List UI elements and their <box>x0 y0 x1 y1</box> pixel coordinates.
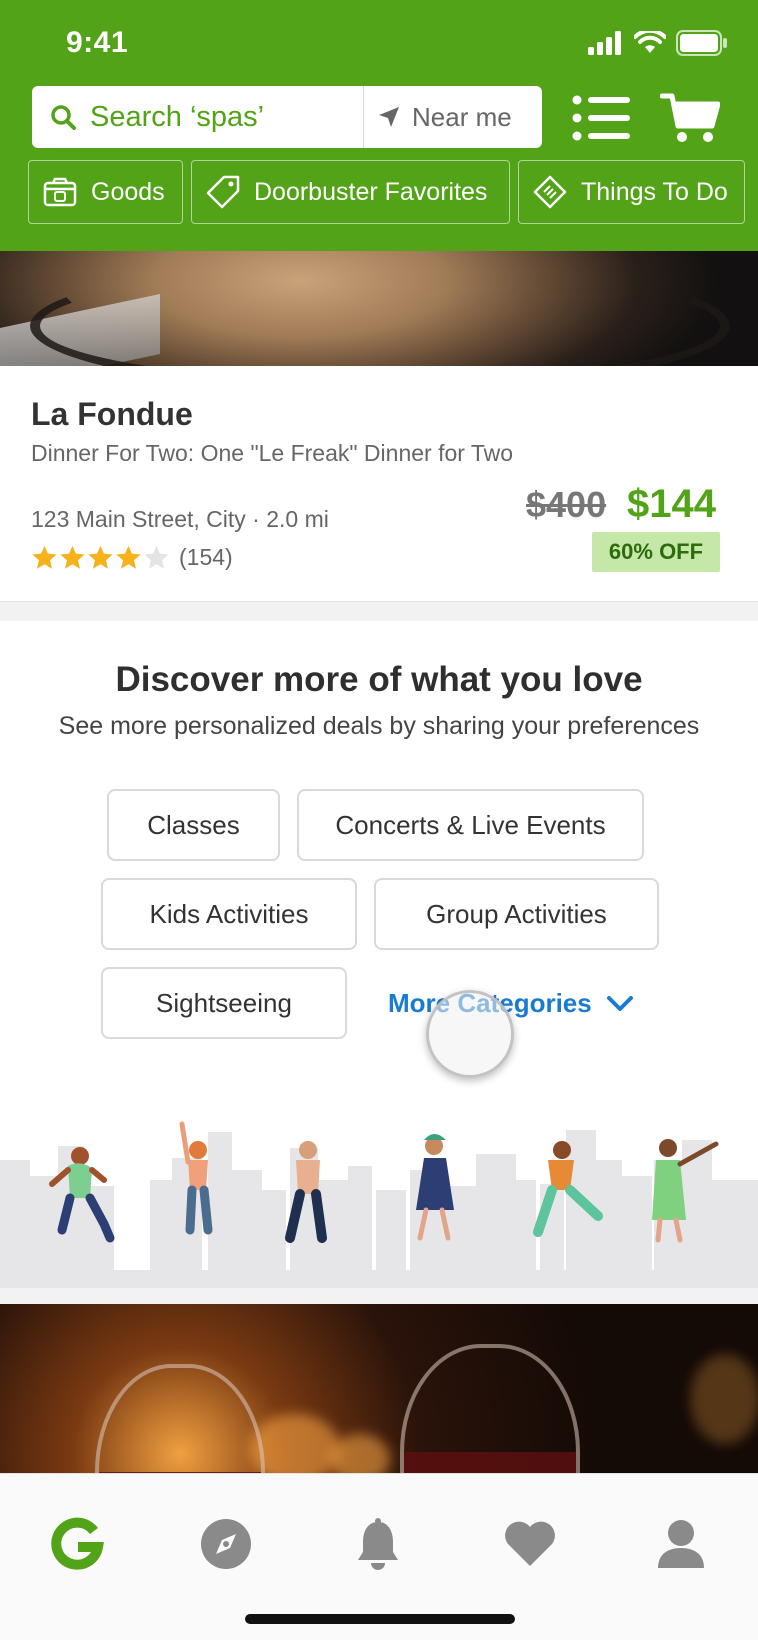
deal-rating: (154) <box>31 544 233 571</box>
bottom-tab-bar <box>0 1473 758 1640</box>
wine-glass <box>95 1364 265 1473</box>
status-time: 9:41 <box>66 26 129 59</box>
groupon-g-icon <box>51 1517 104 1570</box>
chip-label: Goods <box>91 177 165 206</box>
search-placeholder: Search ‘spas’ <box>90 100 265 133</box>
heart-icon <box>505 1521 555 1566</box>
original-price: $400 <box>526 484 607 525</box>
search-input[interactable]: Search ‘spas’ <box>32 86 364 148</box>
category-classes[interactable]: Classes <box>107 789 280 861</box>
section-divider <box>0 1288 758 1304</box>
compass-icon <box>201 1519 251 1569</box>
touch-indicator <box>426 990 514 1078</box>
wine-glass <box>400 1344 580 1473</box>
rating-count: (154) <box>179 544 233 570</box>
app-header: 9:41 Search ‘spas’ Near me Goods Doorbus… <box>0 0 758 251</box>
tab-profile[interactable] <box>654 1517 708 1571</box>
rating-stars <box>31 544 171 571</box>
bokeh-light <box>690 1354 758 1444</box>
chip-goods[interactable]: Goods <box>28 160 183 224</box>
bokeh-light <box>330 1434 390 1473</box>
cart-icon[interactable] <box>660 92 720 144</box>
tab-home[interactable] <box>50 1517 104 1571</box>
tag-icon <box>206 175 240 209</box>
signal-icon <box>588 31 621 55</box>
section-divider <box>0 601 758 621</box>
near-me-button[interactable]: Near me <box>364 102 512 133</box>
search-icon <box>51 105 76 130</box>
deal-address: 123 Main Street, City · 2.0 mi <box>31 506 329 532</box>
tab-saved[interactable] <box>503 1517 557 1571</box>
star-filled-icon <box>116 545 141 569</box>
deal-photo-fondue[interactable] <box>0 251 758 366</box>
chip-label: Things To Do <box>581 177 728 206</box>
sale-price: $144 <box>627 482 716 526</box>
list-view-icon[interactable] <box>572 95 630 141</box>
more-categories-button[interactable]: More Categories <box>388 988 634 1019</box>
status-icons <box>588 30 728 56</box>
near-me-label: Near me <box>412 101 512 132</box>
category-group-activities[interactable]: Group Activities <box>374 878 659 950</box>
chevron-down-icon <box>606 995 633 1011</box>
bell-icon <box>358 1518 398 1570</box>
tab-notifications[interactable] <box>351 1517 405 1571</box>
search-bar[interactable]: Search ‘spas’ Near me <box>32 86 542 148</box>
home-indicator <box>245 1614 515 1624</box>
tab-explore[interactable] <box>199 1517 253 1571</box>
pot-rim-shape <box>30 261 730 366</box>
chip-things-to-do[interactable]: Things To Do <box>518 160 745 224</box>
deal-title[interactable]: La Fondue <box>31 396 193 433</box>
profile-icon <box>658 1520 704 1568</box>
wifi-icon <box>634 31 666 53</box>
discount-badge: 60% OFF <box>592 532 720 572</box>
chip-doorbuster-favorites[interactable]: Doorbuster Favorites <box>191 160 510 224</box>
goods-box-icon <box>43 177 77 207</box>
star-filled-icon <box>60 545 85 569</box>
category-concerts-live-events[interactable]: Concerts & Live Events <box>297 789 644 861</box>
location-arrow-icon <box>379 107 399 127</box>
discover-subtitle: See more personalized deals by sharing y… <box>58 712 700 740</box>
category-sightseeing[interactable]: Sightseeing <box>101 967 347 1039</box>
battery-icon <box>676 30 727 56</box>
deal-subtitle: Dinner For Two: One "Le Freak" Dinner fo… <box>31 440 514 466</box>
star-empty-icon <box>144 545 169 569</box>
star-filled-icon <box>32 545 57 569</box>
deal-photo-wine[interactable] <box>0 1304 758 1473</box>
chip-label: Doorbuster Favorites <box>254 177 488 206</box>
ticket-icon <box>533 175 567 209</box>
dancers-skyline-illustration <box>0 1121 758 1288</box>
discover-title: Discover more of what you love <box>115 660 643 699</box>
category-kids-activities[interactable]: Kids Activities <box>101 878 357 950</box>
star-filled-icon <box>88 545 113 569</box>
